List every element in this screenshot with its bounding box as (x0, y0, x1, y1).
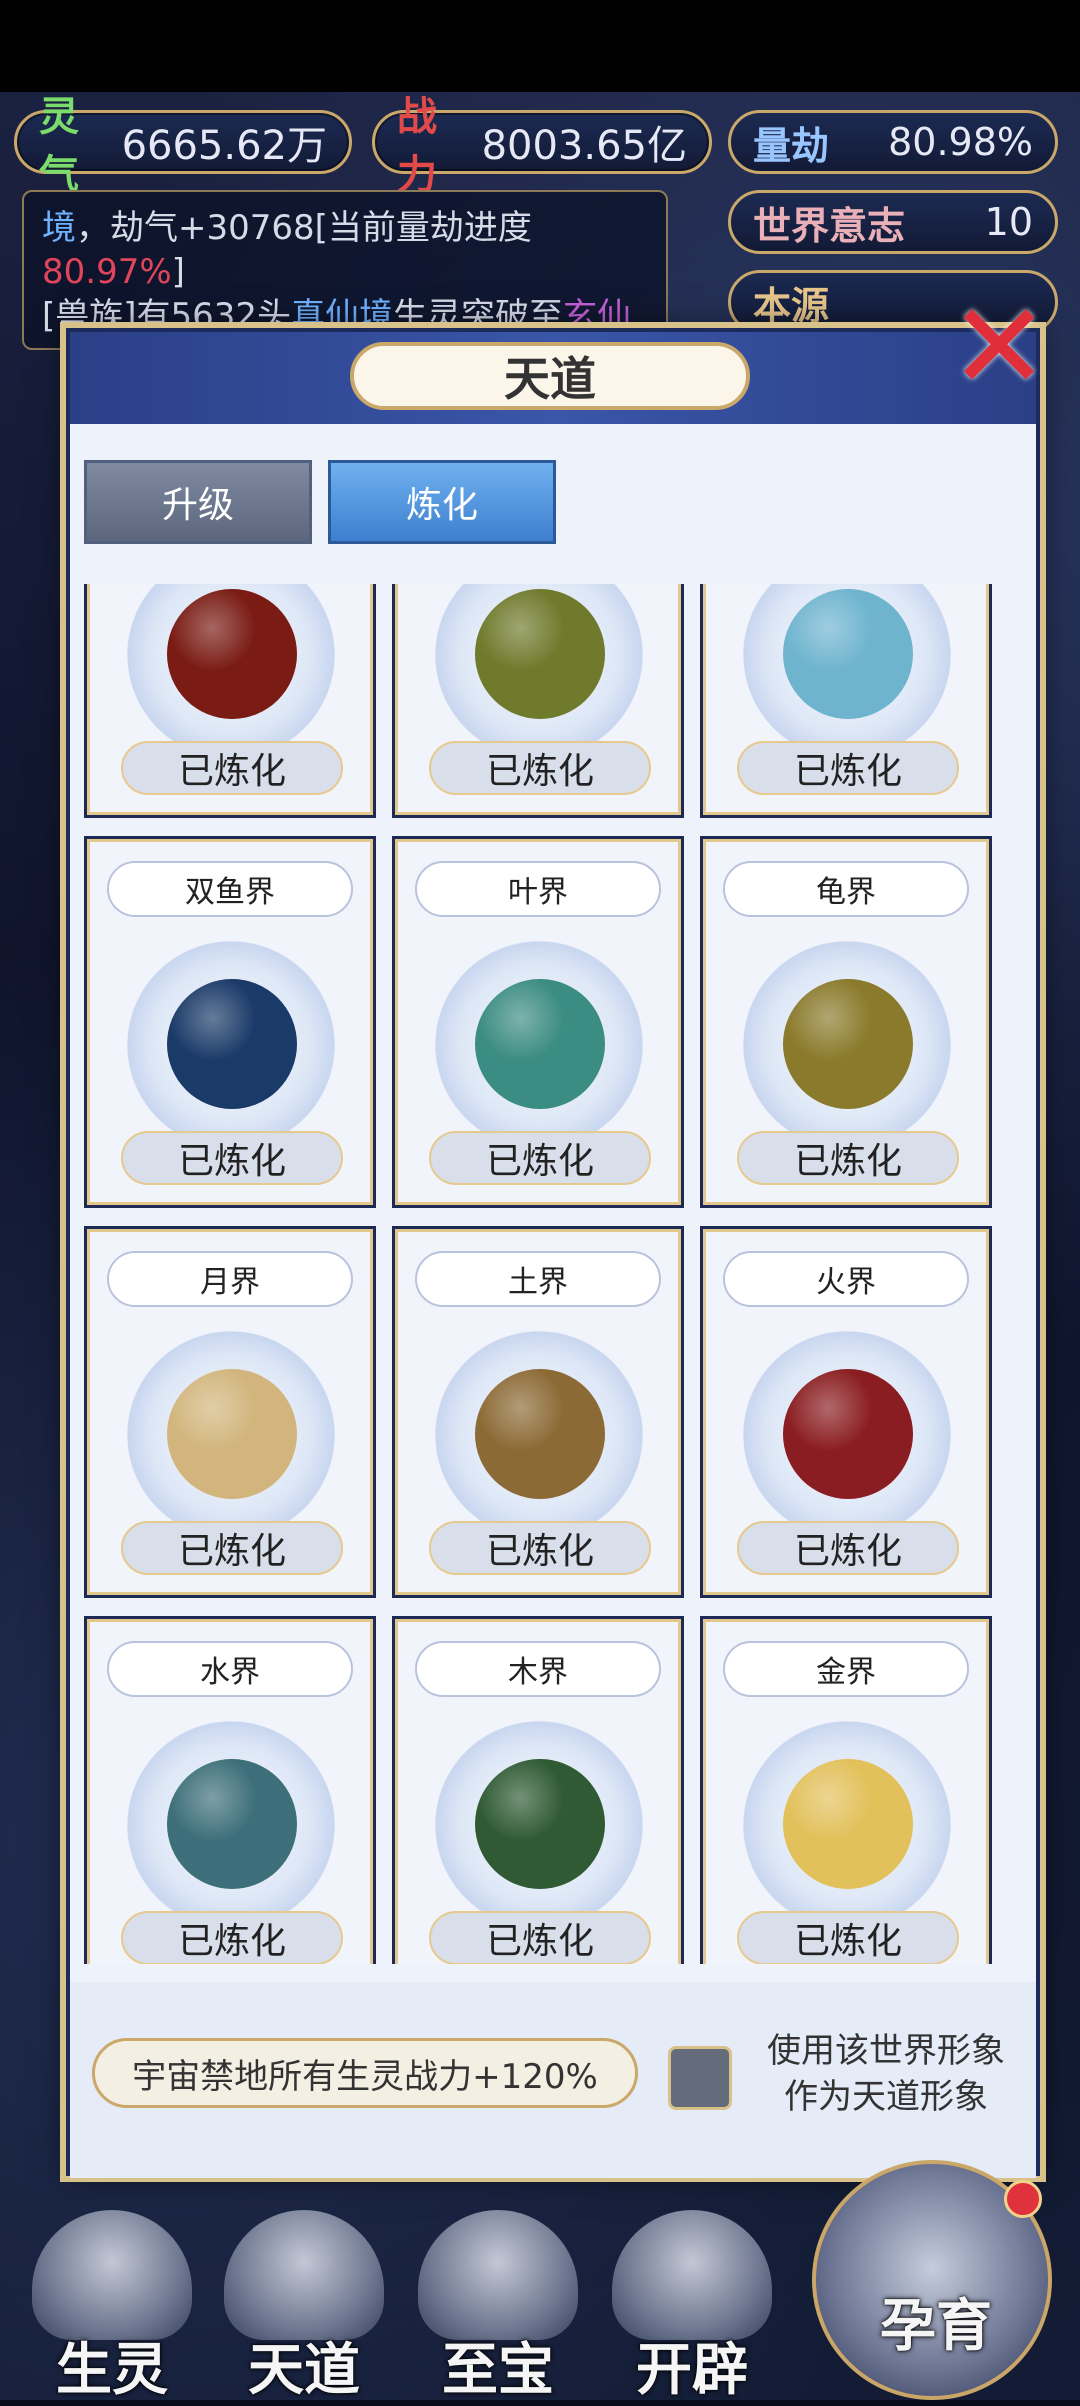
refined-status: 已炼化 (429, 1131, 651, 1185)
log-text: 境 (42, 208, 76, 248)
lingqi-label: 灵气 (39, 94, 79, 198)
planet-icon (167, 1759, 297, 1889)
log-text: ，劫气+30768[当前量劫进度 (76, 208, 532, 248)
world-name: 月界 (107, 1251, 353, 1307)
log-text: ] (171, 252, 185, 292)
world-card[interactable]: 已炼化 (392, 584, 684, 818)
planet-icon (783, 979, 913, 1109)
tab-upgrade[interactable]: 升级 (84, 460, 312, 544)
tiandao-dialog: 天道 ✕ 升级 炼化 已炼化 已炼化 已炼化 双鱼界 已炼化 叶界 已炼化 龟界 已炼化 月界 已炼… (66, 278, 1049, 2178)
refined-status: 已炼化 (429, 741, 651, 795)
nav-label: 至宝 (442, 2337, 554, 2403)
world-card[interactable]: 月界 已炼化 (84, 1226, 376, 1598)
planet-icon (783, 1759, 913, 1889)
world-name: 叶界 (415, 861, 661, 917)
world-will-pill: 世界意志 10 (728, 190, 1058, 254)
zhibao-emblem-icon (418, 2210, 578, 2340)
shengling-emblem-icon (32, 2210, 192, 2340)
dialog-title: 天道 (350, 342, 750, 410)
planet-icon (475, 979, 605, 1109)
nav-zhibao[interactable]: 至宝 (408, 2210, 588, 2403)
nav-kaipi[interactable]: 开辟 (602, 2210, 782, 2403)
lingqi-pill: 灵气 6665.62万 (14, 94, 352, 198)
world-name: 金界 (723, 1641, 969, 1697)
refined-status: 已炼化 (737, 1911, 959, 1964)
world-name: 木界 (415, 1641, 661, 1697)
world-card[interactable]: 土界 已炼化 (392, 1226, 684, 1598)
liangjie-pill: 量劫 80.98% (728, 110, 1058, 174)
world-card[interactable]: 已炼化 (84, 584, 376, 818)
refined-status: 已炼化 (429, 1911, 651, 1964)
tiandao-emblem-icon (224, 2210, 384, 2340)
world-card[interactable]: 龟界 已炼化 (700, 836, 992, 1208)
planet-icon (167, 589, 297, 719)
liangjie-label: 量劫 (753, 123, 830, 168)
planet-icon (783, 589, 913, 719)
world-card[interactable]: 已炼化 (700, 584, 992, 818)
refined-status: 已炼化 (737, 741, 959, 795)
world-card[interactable]: 水界 已炼化 (84, 1616, 376, 1964)
world-will-value: 10 (984, 200, 1033, 244)
zhanli-value: 8003.65亿 (481, 123, 687, 169)
zhanli-pill: 战力 8003.65亿 (372, 94, 712, 198)
checkbox-label: 使用该世界形象 作为天道形象 (746, 2028, 1026, 2120)
planet-icon (167, 1369, 297, 1499)
status-bar-area (0, 0, 1080, 92)
world-name: 火界 (723, 1251, 969, 1307)
world-card[interactable]: 金界 已炼化 (700, 1616, 992, 1964)
nav-shengling[interactable]: 生灵 (22, 2210, 202, 2403)
refined-status: 已炼化 (429, 1521, 651, 1575)
world-name: 水界 (107, 1641, 353, 1697)
refined-status: 已炼化 (737, 1131, 959, 1185)
world-will-label: 世界意志 (753, 203, 906, 248)
world-card[interactable]: 叶界 已炼化 (392, 836, 684, 1208)
nav-label: 开辟 (636, 2337, 748, 2403)
nav-label: 天道 (248, 2337, 360, 2403)
world-grid: 已炼化 已炼化 已炼化 双鱼界 已炼化 叶界 已炼化 龟界 已炼化 月界 已炼化 土界 已炼化 火界 已炼化… (84, 584, 1004, 1964)
planet-icon (475, 1759, 605, 1889)
world-grid-scroll[interactable]: 已炼化 已炼化 已炼化 双鱼界 已炼化 叶界 已炼化 龟界 已炼化 月界 已炼化 土界 已炼化 火界 已炼化… (84, 584, 1004, 1964)
planet-icon (783, 1369, 913, 1499)
refined-status: 已炼化 (121, 741, 343, 795)
tab-refine[interactable]: 炼化 (328, 460, 556, 544)
world-card[interactable]: 木界 已炼化 (392, 1616, 684, 1964)
lingqi-value: 6665.62万 (121, 123, 327, 169)
world-card[interactable]: 火界 已炼化 (700, 1226, 992, 1598)
world-name: 土界 (415, 1251, 661, 1307)
bottom-nav: 生灵 天道 至宝 开辟 孕育 (0, 2160, 1080, 2403)
world-name: 龟界 (723, 861, 969, 917)
planet-icon (475, 1369, 605, 1499)
kaipi-emblem-icon (612, 2210, 772, 2340)
nav-label: 生灵 (56, 2337, 168, 2403)
dialog-tabs: 升级 炼化 (84, 460, 556, 544)
liangjie-value: 80.98% (888, 120, 1033, 164)
nav-tiandao[interactable]: 天道 (214, 2210, 394, 2403)
log-line-2: 80.97%] (42, 250, 648, 294)
nav-label: 孕育 (880, 2293, 992, 2359)
refined-status: 已炼化 (121, 1911, 343, 1964)
checkbox-label-line: 作为天道形象 (784, 2077, 988, 2117)
notification-dot (1004, 2180, 1042, 2218)
bonus-badge: 宇宙禁地所有生灵战力+120% (92, 2038, 638, 2108)
refined-status: 已炼化 (737, 1521, 959, 1575)
planet-icon (167, 979, 297, 1109)
planet-icon (475, 589, 605, 719)
benyuan-label: 本源 (753, 283, 830, 328)
world-card[interactable]: 双鱼界 已炼化 (84, 836, 376, 1208)
log-text: 80.97% (42, 252, 172, 292)
log-line-1: 境，劫气+30768[当前量劫进度 (42, 206, 648, 250)
close-icon[interactable]: ✕ (944, 278, 1054, 417)
use-world-image-checkbox[interactable] (668, 2046, 732, 2110)
checkbox-label-line: 使用该世界形象 (767, 2031, 1005, 2071)
zhanli-label: 战力 (397, 94, 437, 198)
refined-status: 已炼化 (121, 1131, 343, 1185)
world-name: 双鱼界 (107, 861, 353, 917)
event-log: 境，劫气+30768[当前量劫进度 80.97%] [兽族]有5632头真仙境生… (22, 190, 668, 350)
refined-status: 已炼化 (121, 1521, 343, 1575)
